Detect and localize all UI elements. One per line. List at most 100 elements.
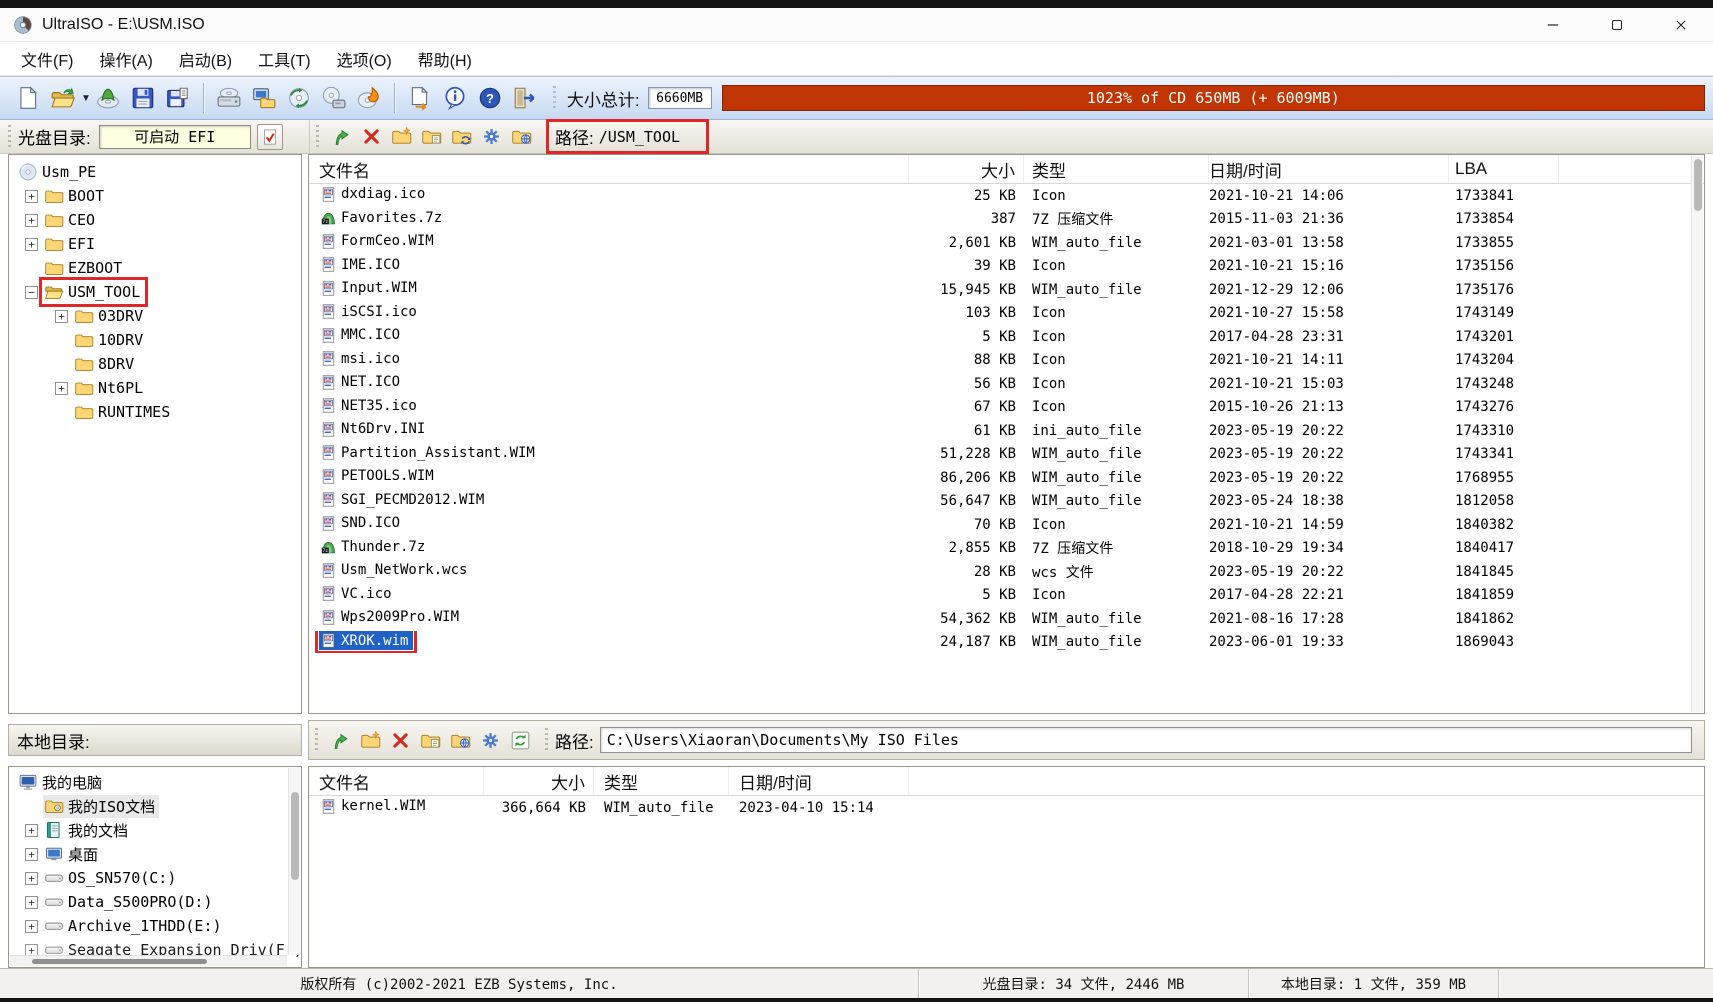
file-label[interactable]: iSCSI.ico — [319, 302, 422, 321]
new-folder-button[interactable] — [355, 726, 385, 754]
burn-cd-button[interactable] — [317, 80, 352, 116]
file-label[interactable]: Usm_NetWork.wcs — [319, 561, 472, 580]
globe-folder-button[interactable] — [445, 726, 475, 754]
disc-tree-item[interactable]: + BOOT — [9, 184, 301, 208]
scrollbar-thumb[interactable] — [32, 959, 207, 964]
disc-file-row[interactable]: Partition_Assistant.WIM51,228 KBWIM_auto… — [309, 443, 1704, 467]
maximize-button[interactable] — [1585, 8, 1649, 41]
local-path-value[interactable]: C:\Users\Xiaoran\Documents\My ISO Files — [600, 727, 1692, 753]
local-tree-item[interactable]: +OS_SN570(C:) — [9, 866, 301, 890]
local-tree-label[interactable]: 我的文档 — [43, 819, 132, 842]
disc-file-row[interactable]: dxdiag.ico25 KBIcon2021-10-21 14:0617338… — [309, 184, 1704, 208]
menu-file[interactable]: 文件(F) — [8, 43, 86, 75]
save-button[interactable] — [126, 80, 161, 116]
file-label[interactable]: kernel.WIM — [319, 797, 430, 816]
disc-file-row[interactable]: SGI_PECMD2012.WIM56,647 KBWIM_auto_file2… — [309, 490, 1704, 514]
column-header-size[interactable]: 大小 — [909, 155, 1024, 183]
disc-file-row[interactable]: Usm_NetWork.wcs28 KBwcs 文件2023-05-19 20:… — [309, 560, 1704, 584]
local-tree-label[interactable]: Data_S500PRO(D:) — [43, 891, 217, 913]
column-header-size[interactable]: 大小 — [484, 767, 594, 795]
file-label[interactable]: Partition_Assistant.WIM — [319, 443, 540, 462]
local-tree-label[interactable]: Archive_1THDD(E:) — [43, 915, 226, 937]
disc-file-row[interactable]: FormCeo.WIM2,601 KBWIM_auto_file2021-03-… — [309, 231, 1704, 255]
file-label[interactable]: Wps2009Pro.WIM — [319, 608, 464, 627]
menu-bootable[interactable]: 启动(B) — [166, 43, 245, 75]
file-label[interactable]: msi.ico — [319, 349, 405, 368]
menu-actions[interactable]: 操作(A) — [86, 43, 165, 75]
disc-tree-label[interactable]: 10DRV — [73, 329, 147, 351]
edit-folder-button[interactable] — [416, 123, 446, 151]
local-tree-label[interactable]: 我的电脑 — [17, 771, 106, 794]
disc-file-row[interactable]: Wps2009Pro.WIM54,362 KBWIM_auto_file2021… — [309, 607, 1704, 631]
horizontal-scrollbar[interactable] — [10, 955, 287, 966]
file-label[interactable]: IME.ICO — [319, 255, 405, 274]
column-header-lba[interactable]: LBA — [1449, 155, 1559, 183]
file-label[interactable]: SND.ICO — [319, 514, 405, 533]
disc-tree-label[interactable]: 03DRV — [73, 305, 147, 327]
column-header-date[interactable]: 日期/时间 — [729, 767, 909, 795]
file-label[interactable]: NET35.ico — [319, 396, 422, 415]
expander-plus[interactable]: + — [25, 190, 38, 203]
expander-plus[interactable]: + — [25, 214, 38, 227]
expander-plus[interactable]: + — [25, 238, 38, 251]
file-label[interactable]: 7zThunder.7z — [319, 537, 430, 556]
settings-gear-button[interactable] — [475, 726, 505, 754]
menu-options[interactable]: 选项(O) — [324, 43, 405, 75]
disc-file-row[interactable]: XROK.wim24,187 KBWIM_auto_file2023-06-01… — [309, 631, 1704, 655]
extract-files-button[interactable] — [247, 80, 282, 116]
expander-plus[interactable]: + — [25, 896, 38, 909]
delete-button[interactable] — [356, 123, 386, 151]
globe-folder-button[interactable] — [506, 123, 536, 151]
local-tree-item[interactable]: + 我的文档 — [9, 818, 301, 842]
file-label[interactable]: MMC.ICO — [319, 326, 405, 345]
exit-button[interactable] — [508, 80, 543, 116]
disc-file-row[interactable]: VC.ico5 KBIcon2017-04-28 22:211841859 — [309, 584, 1704, 608]
bootable-check-button[interactable] — [257, 124, 283, 150]
disc-file-row[interactable]: 7zFavorites.7z3877Z 压缩文件2015-11-03 21:36… — [309, 208, 1704, 232]
disc-tree-label[interactable]: USM_TOOL — [43, 281, 144, 303]
file-label[interactable]: 7zFavorites.7z — [319, 208, 447, 227]
local-tree-item[interactable]: + Data_S500PRO(D:) — [9, 890, 301, 914]
disc-tree-item[interactable]: −USM_TOOL — [9, 280, 301, 304]
up-one-level-button[interactable] — [325, 726, 355, 754]
make-image-button[interactable] — [212, 80, 247, 116]
disc-file-row[interactable]: MMC.ICO5 KBIcon2017-04-28 23:311743201 — [309, 325, 1704, 349]
expander-plus[interactable]: + — [25, 824, 38, 837]
disc-tree-item[interactable]: RUNTIMES — [9, 400, 301, 424]
delete-button[interactable] — [385, 726, 415, 754]
disc-tree-label[interactable]: Nt6PL — [73, 377, 147, 399]
disc-tree-item[interactable]: +03DRV — [9, 304, 301, 328]
disc-file-row[interactable]: SND.ICO70 KBIcon2021-10-21 14:591840382 — [309, 513, 1704, 537]
write-disc-button[interactable] — [352, 80, 387, 116]
file-label[interactable]: XROK.wim — [319, 631, 413, 650]
expander-plus[interactable]: + — [55, 382, 68, 395]
disc-tree-item[interactable]: EZBOOT — [9, 256, 301, 280]
new-image-button[interactable] — [10, 80, 45, 116]
disc-tree-label[interactable]: BOOT — [43, 185, 108, 207]
disc-path-value[interactable]: /USM_TOOL — [599, 128, 680, 146]
disc-tree-label[interactable]: EFI — [43, 233, 99, 255]
local-file-row[interactable]: kernel.WIM366,664 KBWIM_auto_file2023-04… — [309, 796, 1704, 820]
expander-plus[interactable]: + — [25, 920, 38, 933]
file-label[interactable]: Nt6Drv.INI — [319, 420, 430, 439]
close-button[interactable] — [1649, 8, 1713, 41]
vertical-scrollbar[interactable] — [288, 768, 300, 955]
convert-format-button[interactable] — [282, 80, 317, 116]
image-info-button[interactable] — [438, 80, 473, 116]
file-label[interactable]: FormCeo.WIM — [319, 232, 439, 251]
column-header-type[interactable]: 类型 — [1024, 155, 1209, 183]
scrollbar-thumb[interactable] — [291, 792, 299, 880]
minimize-button[interactable] — [1521, 8, 1585, 41]
file-label[interactable]: Input.WIM — [319, 279, 422, 298]
expander-plus[interactable]: + — [25, 872, 38, 885]
expander-minus[interactable]: − — [25, 286, 38, 299]
disc-tree-item[interactable]: Usm_PE — [9, 160, 301, 184]
up-one-level-button[interactable] — [326, 123, 356, 151]
file-label[interactable]: VC.ico — [319, 584, 397, 603]
verify-disc-button[interactable] — [91, 80, 126, 116]
disc-file-row[interactable]: PETOOLS.WIM86,206 KBWIM_auto_file2023-05… — [309, 466, 1704, 490]
disc-tree-item[interactable]: 10DRV — [9, 328, 301, 352]
refresh-button[interactable] — [505, 726, 535, 754]
column-header-name[interactable]: 文件名 — [309, 155, 909, 183]
disc-tree-item[interactable]: + Nt6PL — [9, 376, 301, 400]
